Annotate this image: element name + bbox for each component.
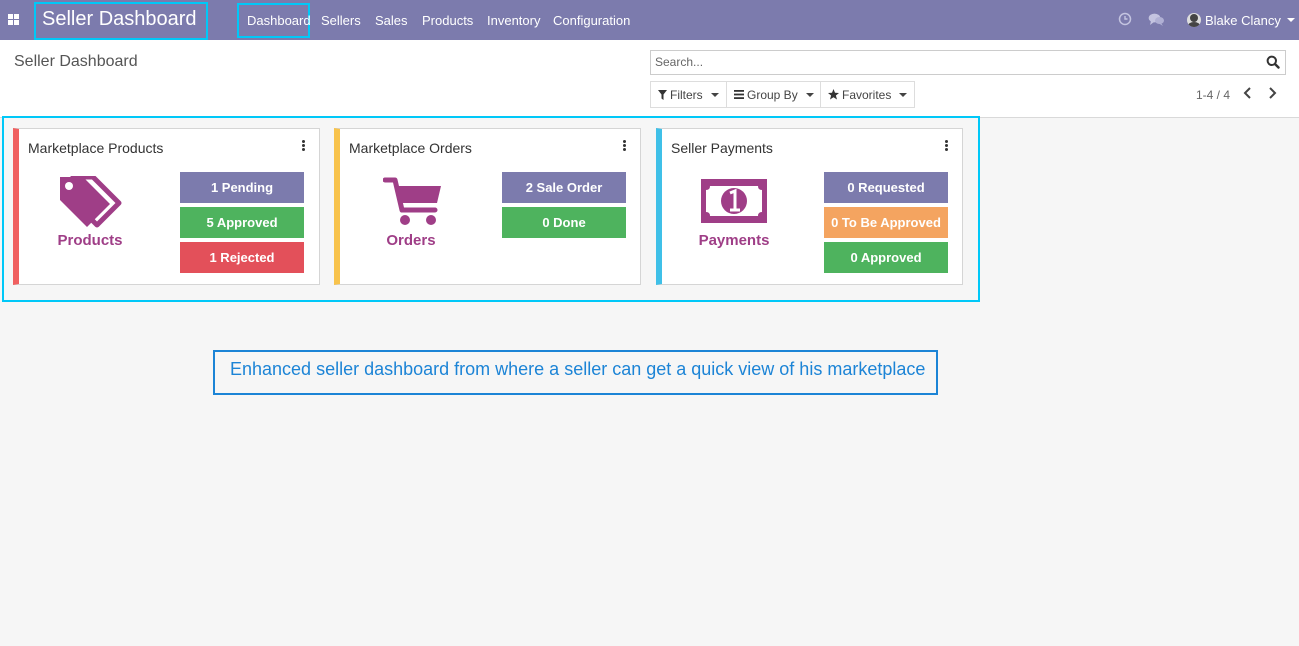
orders-label: Orders	[386, 232, 436, 249]
approved-payments-button[interactable]: 0 Approved	[824, 242, 948, 273]
menu-sellers[interactable]: Sellers	[321, 13, 361, 28]
annotation-text: Enhanced seller dashboard from where a s…	[230, 359, 926, 379]
card-title: Marketplace Products	[28, 140, 164, 156]
kebab-menu-icon[interactable]	[945, 140, 948, 151]
search-input[interactable]	[655, 51, 1245, 73]
menu-inventory[interactable]: Inventory	[487, 13, 540, 28]
favorites-button[interactable]: Favorites	[820, 81, 916, 108]
kebab-menu-icon[interactable]	[623, 140, 626, 151]
menu-sales[interactable]: Sales	[375, 13, 408, 28]
card-title: Seller Payments	[671, 140, 773, 156]
chevron-right-icon[interactable]	[1266, 86, 1278, 100]
filters-label: Filters	[670, 87, 703, 102]
kebab-menu-icon[interactable]	[302, 140, 305, 151]
group-by-button[interactable]: Group By	[726, 81, 822, 108]
user-avatar-icon	[1187, 13, 1201, 27]
caret-down-icon	[899, 92, 908, 97]
tags-icon	[60, 176, 122, 228]
pending-button[interactable]: 1 Pending	[180, 172, 304, 203]
list-icon	[734, 90, 744, 99]
filters-button[interactable]: Filters	[650, 81, 727, 108]
sale-order-button[interactable]: 2 Sale Order	[502, 172, 626, 203]
app-brand-title: Seller Dashboard	[42, 8, 197, 30]
to-be-approved-button[interactable]: 0 To Be Approved	[824, 207, 948, 238]
chat-icon[interactable]	[1148, 12, 1165, 27]
caret-down-icon	[805, 92, 814, 97]
payments-label: Payments	[698, 232, 770, 249]
user-menu[interactable]: Blake Clancy	[1187, 12, 1295, 28]
money-icon	[701, 179, 767, 223]
rejected-button[interactable]: 1 Rejected	[180, 242, 304, 273]
clock-icon[interactable]	[1118, 12, 1132, 26]
filter-icon	[658, 89, 667, 100]
apps-grid-icon[interactable]	[8, 14, 19, 25]
cart-icon	[383, 177, 441, 225]
page-title: Seller Dashboard	[14, 53, 138, 70]
caret-down-icon	[1286, 18, 1295, 22]
top-navbar: Seller Dashboard Dashboard Sellers Sales…	[0, 0, 1299, 40]
card-title: Marketplace Orders	[349, 140, 472, 156]
card-seller-payments[interactable]: Seller Payments Payments 0 Requested 0 T…	[656, 128, 963, 285]
user-name: Blake Clancy	[1205, 12, 1281, 28]
control-panel: Seller Dashboard Filters Group By Favori…	[0, 40, 1299, 118]
chevron-left-icon[interactable]	[1242, 86, 1254, 100]
search-bar[interactable]	[650, 50, 1286, 75]
pager-value: 1-4 / 4	[1196, 88, 1231, 102]
card-marketplace-orders[interactable]: Marketplace Orders Orders 2 Sale Order 0…	[334, 128, 641, 285]
caret-down-icon	[710, 92, 719, 97]
favorites-label: Favorites	[842, 87, 892, 102]
search-icon[interactable]	[1266, 55, 1280, 69]
approved-button[interactable]: 5 Approved	[180, 207, 304, 238]
menu-products[interactable]: Products	[422, 13, 473, 28]
menu-dashboard[interactable]: Dashboard	[247, 13, 311, 28]
products-label: Products	[57, 232, 123, 249]
star-icon	[828, 89, 839, 100]
done-button[interactable]: 0 Done	[502, 207, 626, 238]
group-by-label: Group By	[747, 87, 798, 102]
requested-button[interactable]: 0 Requested	[824, 172, 948, 203]
menu-configuration[interactable]: Configuration	[553, 13, 630, 28]
card-marketplace-products[interactable]: Marketplace Products Products 1 Pending …	[13, 128, 320, 285]
